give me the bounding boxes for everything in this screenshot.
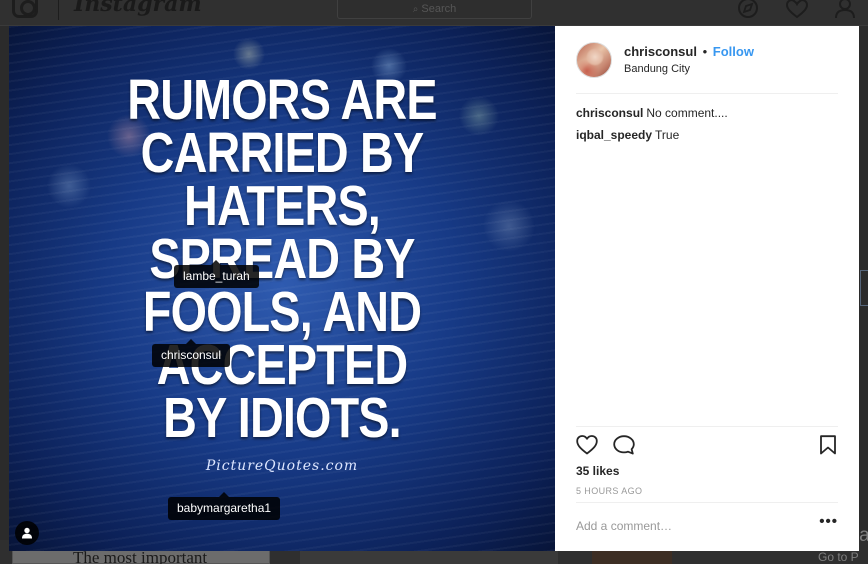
background-header: Instagram ⌕ Search	[0, 0, 868, 26]
author-username[interactable]: chrisconsul	[624, 44, 697, 59]
comment-icon[interactable]	[613, 435, 635, 460]
quote-line: CARRIED BY	[140, 121, 424, 185]
quote-line: HATERS,	[184, 174, 381, 238]
profile-icon[interactable]	[834, 0, 856, 19]
user-tag[interactable]: lambe_turah	[174, 260, 259, 288]
user-tag[interactable]: chrisconsul	[152, 339, 231, 367]
quote-line: SPREAD BY	[149, 227, 415, 291]
activity-heart-icon[interactable]	[786, 0, 808, 19]
username-row: chrisconsul • Follow	[624, 44, 754, 59]
windows-activation-subtext: Go to P	[818, 550, 859, 564]
comment-item: iqbal_speedy True	[576, 128, 838, 143]
action-bar	[576, 426, 838, 462]
post-location[interactable]: Bandung City	[624, 63, 690, 75]
background-edge	[860, 270, 868, 306]
post-modal: RUMORS ARE CARRIED BY HATERS, SPREAD BY …	[9, 26, 859, 551]
search-icon: ⌕	[412, 4, 419, 15]
separator-dot: •	[702, 44, 708, 59]
comment-item: chrisconsul No comment....	[576, 106, 838, 121]
quote-text: RUMORS ARE CARRIED BY HATERS, SPREAD BY …	[58, 68, 506, 450]
quote-line: RUMORS ARE	[127, 68, 437, 132]
comment-author[interactable]: iqbal_speedy	[576, 128, 652, 142]
user-tag[interactable]: babymargaretha1	[168, 492, 281, 520]
search-placeholder: Search	[421, 3, 457, 15]
explore-icon[interactable]	[737, 0, 759, 19]
instagram-wordmark[interactable]: Instagram	[74, 0, 202, 17]
add-comment-input[interactable]	[576, 519, 796, 533]
bookmark-icon[interactable]	[819, 435, 837, 460]
post-photo[interactable]: RUMORS ARE CARRIED BY HATERS, SPREAD BY …	[9, 26, 555, 551]
avatar[interactable]	[576, 42, 612, 78]
post-timestamp: 5 HOURS AGO	[576, 486, 643, 496]
heart-icon[interactable]	[576, 435, 598, 460]
quote-source: PictureQuotes.com	[205, 458, 359, 474]
more-options-button[interactable]: •••	[819, 514, 838, 529]
quote-line: ACCEPTED	[156, 333, 408, 397]
comment-text: True	[655, 128, 680, 142]
likes-count[interactable]: 35 likes	[576, 464, 619, 478]
instagram-camera-icon[interactable]	[12, 0, 38, 18]
post-side-panel: chrisconsul • Follow Bandung City chrisc…	[555, 26, 859, 551]
comment-text: No comment....	[646, 106, 728, 120]
add-comment-section: •••	[576, 502, 838, 550]
follow-button[interactable]: Follow	[713, 44, 754, 59]
post-header: chrisconsul • Follow Bandung City	[576, 42, 838, 94]
quote-line: BY IDIOTS.	[163, 386, 401, 450]
comment-list: chrisconsul No comment.... iqbal_speedy Tr…	[576, 106, 838, 150]
user-tag-icon[interactable]	[15, 521, 39, 545]
header-divider	[58, 0, 59, 20]
comment-author[interactable]: chrisconsul	[576, 106, 643, 120]
search-input[interactable]: ⌕ Search	[337, 0, 532, 19]
quote-line: FOOLS, AND	[142, 280, 422, 344]
